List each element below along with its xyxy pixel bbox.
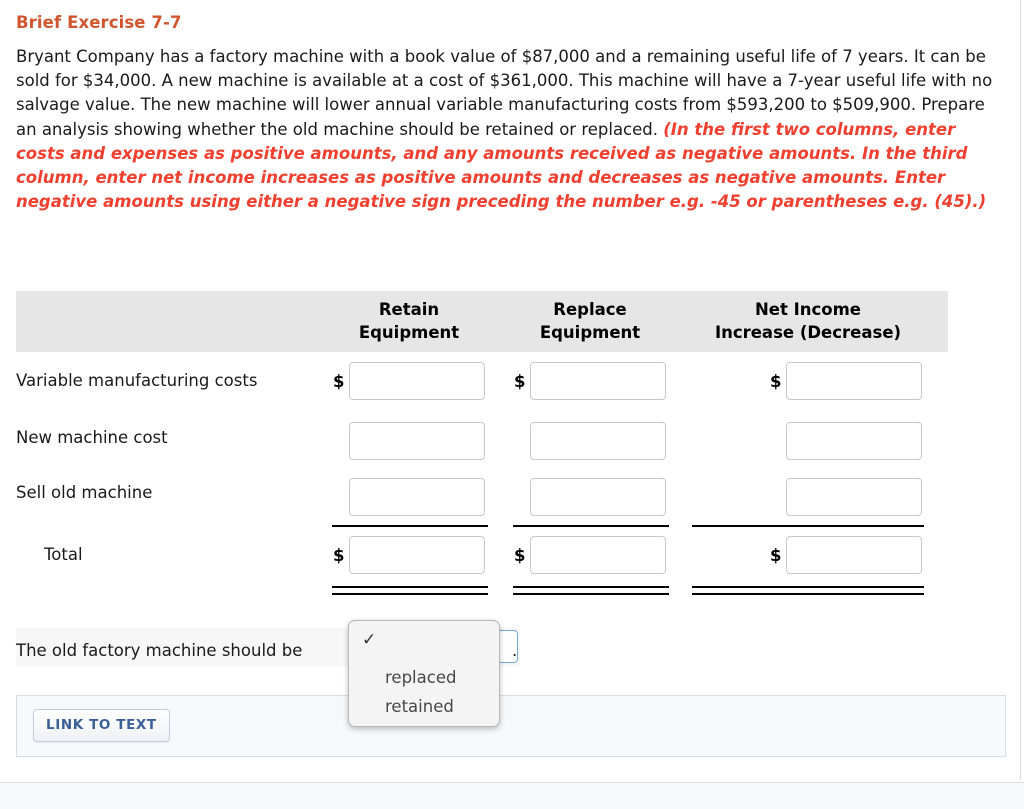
column-header-replace-line1: Replace: [553, 300, 627, 319]
input-new-machine-cost-retain[interactable]: [349, 422, 485, 460]
row-label-new-machine-cost: New machine cost: [16, 428, 168, 447]
subtotal-rule-retain: [332, 525, 488, 527]
input-new-machine-cost-replace[interactable]: [530, 422, 666, 460]
dollar-sign-r1c2: $: [514, 372, 526, 391]
dropdown-option-retained[interactable]: retained: [349, 692, 501, 721]
analysis-table: Retain Equipment Replace Equipment Net I…: [0, 291, 1024, 601]
bottom-strip: [0, 782, 1024, 809]
column-header-replace-line2: Equipment: [539, 323, 641, 342]
input-variable-manufacturing-costs-net-income[interactable]: [786, 362, 922, 400]
total-double-rule-net-income: [692, 586, 924, 595]
column-header-net-income-line1: Net Income: [754, 300, 862, 319]
column-header-net-income-line2: Increase (Decrease): [714, 323, 902, 342]
dollar-sign-r1c1: $: [333, 372, 345, 391]
dollar-sign-r4c1: $: [333, 546, 345, 565]
problem-statement: Bryant Company has a factory machine wit…: [16, 45, 1004, 214]
input-total-net-income[interactable]: [786, 536, 922, 574]
dropdown-option-replaced[interactable]: replaced: [349, 663, 501, 692]
total-double-rule-replace: [513, 586, 669, 595]
row-label-variable-manufacturing-costs: Variable manufacturing costs: [16, 371, 258, 390]
input-sell-old-machine-net-income[interactable]: [786, 478, 922, 516]
conclusion-dropdown-popup[interactable]: ✓ replaced retained: [348, 620, 500, 727]
total-double-rule-retain: [332, 586, 488, 595]
input-total-replace[interactable]: [530, 536, 666, 574]
link-to-text-panel: LINK TO TEXT: [16, 695, 1006, 757]
input-variable-manufacturing-costs-retain[interactable]: [349, 362, 485, 400]
row-label-total: Total: [44, 545, 83, 564]
dollar-sign-r4c3: $: [770, 546, 782, 565]
subtotal-rule-net-income: [692, 525, 924, 527]
input-sell-old-machine-retain[interactable]: [349, 478, 485, 516]
page-title: Brief Exercise 7-7: [16, 13, 182, 32]
input-new-machine-cost-net-income[interactable]: [786, 422, 922, 460]
conclusion-prefix: The old factory machine should be: [16, 641, 303, 660]
row-label-sell-old-machine: Sell old machine: [16, 483, 153, 502]
subtotal-rule-replace: [513, 525, 669, 527]
link-to-text-button[interactable]: LINK TO TEXT: [33, 709, 170, 742]
column-header-retain-equipment: Retain Equipment: [327, 298, 491, 344]
dollar-sign-r1c3: $: [770, 372, 782, 391]
column-header-net-income: Net Income Increase (Decrease): [680, 298, 936, 344]
input-total-retain[interactable]: [349, 536, 485, 574]
input-variable-manufacturing-costs-replace[interactable]: [530, 362, 666, 400]
dropdown-option-blank[interactable]: [349, 629, 501, 658]
column-header-replace-equipment: Replace Equipment: [508, 298, 672, 344]
column-header-retain-line1: Retain: [378, 300, 440, 319]
conclusion-period: .: [512, 641, 518, 660]
dollar-sign-r4c2: $: [514, 546, 526, 565]
input-sell-old-machine-replace[interactable]: [530, 478, 666, 516]
column-header-retain-line2: Equipment: [358, 323, 460, 342]
